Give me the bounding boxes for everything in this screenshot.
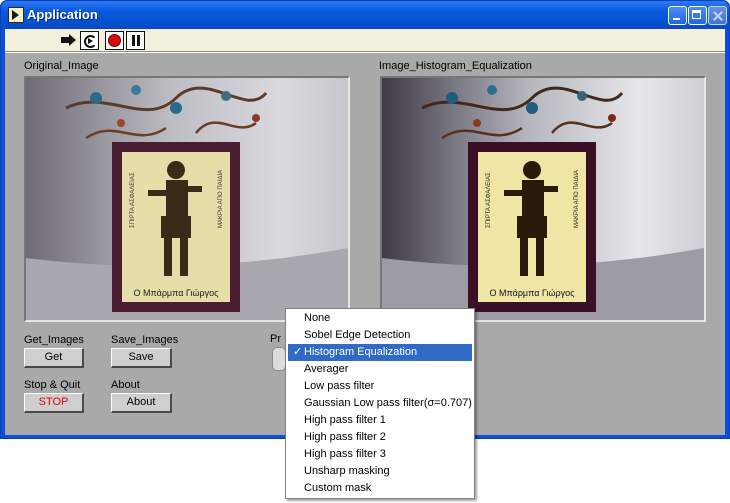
menu-item-label: Histogram Equalization xyxy=(304,346,418,358)
get-images-label: Get_Images xyxy=(24,334,84,346)
menu-item-label: High pass filter 2 xyxy=(304,431,386,443)
close-button[interactable] xyxy=(708,6,727,25)
title-bar[interactable]: Application xyxy=(1,1,729,29)
about-button[interactable]: About xyxy=(111,393,172,413)
original-card-side-right: ΜΑΚΡΙΑ ΑΠΟ ΠΑΙΔΙΑ xyxy=(218,170,224,228)
menu-item[interactable]: Averager xyxy=(288,361,472,378)
labview-app-icon xyxy=(8,7,24,23)
menu-item-label: Averager xyxy=(304,363,349,375)
menu-item[interactable]: Sobel Edge Detection xyxy=(288,327,472,344)
menu-item-label: Sobel Edge Detection xyxy=(304,329,411,341)
menu-item-label: Low pass filter xyxy=(304,380,375,392)
processing-selector-spinner[interactable] xyxy=(272,347,286,371)
original-card-caption: Ο Μπάρμπα Γιώργος xyxy=(134,288,220,298)
stop-button[interactable]: STOP xyxy=(24,393,84,413)
save-button[interactable]: Save xyxy=(111,348,172,368)
processed-card-side-right: ΜΑΚΡΙΑ ΑΠΟ ΠΑΙΔΙΑ xyxy=(574,170,580,228)
processed-card-side-left: ΣΠΙΡΤΑ ΑΣΦΑΛΕΙΑΣ xyxy=(486,172,492,228)
menu-item[interactable]: None xyxy=(288,310,472,327)
run-continuously-icon[interactable] xyxy=(80,31,99,50)
menu-item-label: High pass filter 3 xyxy=(304,448,386,460)
abort-execution-icon[interactable] xyxy=(105,31,124,50)
execution-toolbar xyxy=(5,29,725,52)
maximize-button[interactable] xyxy=(688,6,707,25)
original-image-label: Original_Image xyxy=(24,60,99,72)
processing-menu: None Sobel Edge Detection ✓ Histogram Equal… xyxy=(285,308,475,499)
pause-icon[interactable] xyxy=(126,31,145,50)
menu-item[interactable]: High pass filter 2 xyxy=(288,429,472,446)
window-title: Application xyxy=(27,7,98,22)
menu-item[interactable]: ✓ Histogram Equalization xyxy=(288,344,472,361)
menu-item[interactable]: High pass filter 1 xyxy=(288,412,472,429)
save-images-label: Save_Images xyxy=(111,334,179,346)
menu-item-label: None xyxy=(304,312,331,324)
processing-selector-label: Pr xyxy=(270,333,281,345)
menu-item[interactable]: High pass filter 3 xyxy=(288,446,472,463)
processed-card-caption: Ο Μπάρμπα Γιώργος xyxy=(490,288,576,298)
menu-item[interactable]: Gaussian Low pass filter(σ=0.707) xyxy=(288,395,472,412)
menu-item[interactable]: Low pass filter xyxy=(288,378,472,395)
about-label: About xyxy=(111,379,140,391)
menu-item-label: Gaussian Low pass filter(σ=0.707) xyxy=(304,397,472,409)
get-button[interactable]: Get xyxy=(24,348,84,368)
run-arrow-icon[interactable] xyxy=(59,31,78,50)
original-photo: Ο Μπάρμπα Γιώργος ΣΠΙΡΤΑ ΑΣΦΑΛΕΙΑΣ ΜΑΚΡΙ… xyxy=(26,78,348,320)
minimize-button[interactable] xyxy=(668,6,687,25)
menu-item-label: High pass filter 1 xyxy=(304,414,386,426)
menu-item[interactable]: Custom mask xyxy=(288,480,472,497)
processed-image-label: Image_Histogram_Equalization xyxy=(379,60,532,72)
stop-quit-label: Stop & Quit xyxy=(24,379,81,391)
menu-item[interactable]: Unsharp masking xyxy=(288,463,472,480)
original-image-display: Ο Μπάρμπα Γιώργος ΣΠΙΡΤΑ ΑΣΦΑΛΕΙΑΣ ΜΑΚΡΙ… xyxy=(24,76,350,322)
menu-item-label: Unsharp masking xyxy=(304,465,390,477)
original-card-side-left: ΣΠΙΡΤΑ ΑΣΦΑΛΕΙΑΣ xyxy=(130,172,136,228)
processed-photo: Ο Μπάρμπα Γιώργος ΣΠΙΡΤΑ ΑΣΦΑΛΕΙΑΣ ΜΑΚΡΙ… xyxy=(382,78,704,320)
processed-image-display: Ο Μπάρμπα Γιώργος ΣΠΙΡΤΑ ΑΣΦΑΛΕΙΑΣ ΜΑΚΡΙ… xyxy=(380,76,706,322)
menu-item-label: Custom mask xyxy=(304,482,372,494)
checkmark-icon: ✓ xyxy=(293,346,303,358)
